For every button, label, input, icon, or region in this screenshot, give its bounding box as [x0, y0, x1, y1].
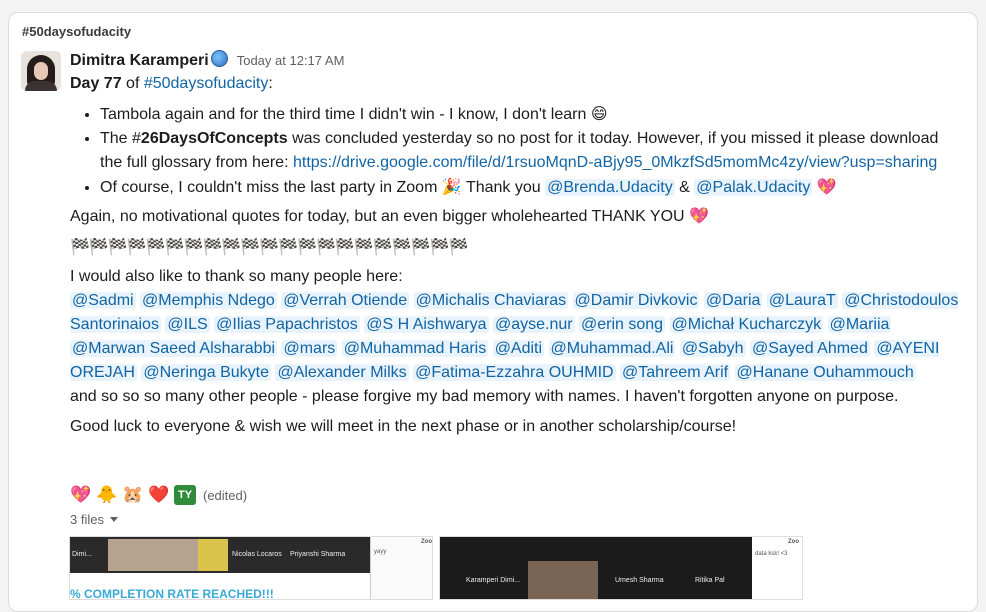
ty-reaction-icon[interactable]: TY: [174, 485, 196, 505]
glossary-link[interactable]: https://drive.google.com/file/d/1rsuoMqn…: [293, 154, 937, 171]
mention[interactable]: @Sabyh: [679, 340, 746, 357]
mention[interactable]: @Damir Divkovic: [572, 292, 700, 309]
avatar[interactable]: [21, 51, 61, 91]
again-line: Again, no motivational quotes for today,…: [70, 204, 960, 229]
video-tile: [528, 561, 598, 599]
day-label: Day 77: [70, 75, 122, 92]
mention[interactable]: @Ilias Papachristos: [214, 316, 360, 333]
mention[interactable]: @Sadmi: [70, 292, 136, 309]
video-tile: [108, 539, 198, 571]
colon-text: :: [268, 75, 273, 92]
mention[interactable]: @Palak.Udacity: [694, 179, 813, 196]
mention[interactable]: @Michał Kucharczyk: [669, 316, 824, 333]
mention[interactable]: @Muhammad.Ali: [548, 340, 676, 357]
day-of-text: of: [121, 75, 144, 92]
mention[interactable]: @S H Aishwarya: [364, 316, 489, 333]
red-heart-reaction-icon[interactable]: ❤️: [148, 484, 170, 506]
edited-label: (edited): [203, 487, 248, 503]
bullet-text: The #: [100, 130, 141, 147]
mention[interactable]: @ILS: [165, 316, 210, 333]
mention[interactable]: @Daria: [703, 292, 763, 309]
bullet-text: Of course, I couldn't miss the last part…: [100, 179, 438, 196]
sparkling-heart-icon: 💖: [816, 177, 837, 196]
chat-message: data ksk! <3: [755, 551, 788, 557]
party-emoji-icon: 🎉: [441, 177, 462, 196]
mention[interactable]: @Aditi: [492, 340, 545, 357]
channel-name[interactable]: #50daysofudacity: [22, 24, 131, 39]
amp-text: &: [674, 179, 695, 196]
tile-label: Karamperi Dimi...: [466, 577, 521, 584]
chat-panel: Zoo yayy: [370, 537, 432, 599]
message-body: Day 77 of #50daysofudacity: Tambola agai…: [70, 72, 960, 439]
mention[interactable]: @Fatima-Ezzahra OUHMID: [413, 364, 616, 381]
files-label: 3 files: [70, 512, 104, 527]
good-luck-text: Good luck to everyone & wish we will mee…: [70, 418, 737, 435]
mention[interactable]: @Alexander Milks: [275, 364, 409, 381]
message-header: Dimitra Karamperi Today at 12:17 AM: [70, 50, 344, 70]
chat-panel: Zoo data ksk! <3: [752, 537, 802, 599]
grinning-emoji-icon: 😄: [590, 104, 608, 123]
chat-message: yayy: [374, 549, 387, 555]
channel-link[interactable]: #50daysofudacity: [144, 75, 269, 92]
list-item: Of course, I couldn't miss the last part…: [100, 175, 960, 200]
mention[interactable]: @mars: [281, 340, 338, 357]
timestamp[interactable]: Today at 12:17 AM: [237, 53, 345, 68]
mention[interactable]: @Sayed Ahmed: [749, 340, 870, 357]
file-thumbnail[interactable]: Dimi... Nicolas Locaros Priyanshi Sharma…: [69, 536, 433, 600]
chat-title: Zoo: [421, 539, 432, 545]
author-name[interactable]: Dimitra Karamperi: [70, 52, 209, 69]
mention[interactable]: @Hanane Ouhammouch: [734, 364, 916, 381]
checkered-flags-icon: 🏁🏁🏁🏁🏁🏁🏁🏁🏁🏁🏁🏁🏁🏁🏁🏁🏁🏁🏁🏁🏁: [70, 237, 468, 256]
tile-label: Umesh Sharma: [615, 577, 664, 584]
chevron-down-icon: [109, 517, 118, 522]
mention[interactable]: @Tahreem Arif: [620, 364, 731, 381]
mention[interactable]: @Michalis Chaviaras: [413, 292, 569, 309]
mention[interactable]: @Muhammad Haris: [341, 340, 489, 357]
again-text: Again, no motivational quotes for today,…: [70, 208, 685, 225]
tile-label: Nicolas Locaros: [232, 551, 282, 558]
mentions-list: @Sadmi @Memphis Ndego @Verrah Otiende @M…: [70, 289, 960, 385]
hamster-reaction-icon[interactable]: 🐹: [122, 484, 144, 506]
bold-hashtag: 26DaysOfConcepts: [140, 130, 288, 147]
so-many-text: and so so so many other people - please …: [70, 388, 899, 405]
bullet-text: Tambola again and for the third time I d…: [100, 106, 587, 123]
mention[interactable]: @Verrah Otiende: [281, 292, 410, 309]
reaction-bar: 💖 🐥 🐹 ❤️ TY (edited): [70, 482, 247, 508]
bullet-text: Thank you: [461, 179, 546, 196]
day-line: Day 77 of #50daysofudacity:: [70, 72, 960, 96]
tile-label: Dimi...: [72, 551, 92, 558]
zoom-gallery: Dimi... Nicolas Locaros Priyanshi Sharma: [70, 537, 370, 573]
sparkling-heart-icon: 💖: [689, 206, 709, 225]
chick-reaction-icon[interactable]: 🐥: [96, 484, 118, 506]
list-item: The #26DaysOfConcepts was concluded yest…: [100, 127, 960, 175]
list-item: Tambola again and for the third time I d…: [100, 102, 960, 127]
banner-text: % COMPLETION RATE REACHED!!!: [70, 587, 274, 600]
mention[interactable]: @Marwan Saeed Alsharabbi: [70, 340, 278, 357]
tile-label: Priyanshi Sharma: [290, 551, 346, 558]
bullet-list: Tambola again and for the third time I d…: [70, 102, 960, 200]
mention[interactable]: @ayse.nur: [492, 316, 575, 333]
mention[interactable]: @Neringa Bukyte: [141, 364, 271, 381]
chat-title: Zoo: [788, 539, 799, 545]
mention[interactable]: @Memphis Ndego: [140, 292, 277, 309]
video-tile: [198, 539, 228, 571]
mention[interactable]: @erin song: [579, 316, 666, 333]
sparkling-heart-reaction-icon[interactable]: 💖: [70, 484, 92, 506]
files-toggle[interactable]: 3 files: [70, 512, 118, 527]
globe-status-icon[interactable]: [210, 50, 228, 67]
thank-intro: I would also like to thank so many peopl…: [70, 268, 403, 285]
mention[interactable]: @Mariia: [827, 316, 892, 333]
tile-label: Ritika Pal: [695, 577, 725, 584]
mention[interactable]: @Brenda.Udacity: [545, 179, 675, 196]
mention[interactable]: @LauraT: [766, 292, 838, 309]
file-thumbnail[interactable]: Karamperi Dimi... Umesh Sharma Ritika Pa…: [439, 536, 803, 600]
